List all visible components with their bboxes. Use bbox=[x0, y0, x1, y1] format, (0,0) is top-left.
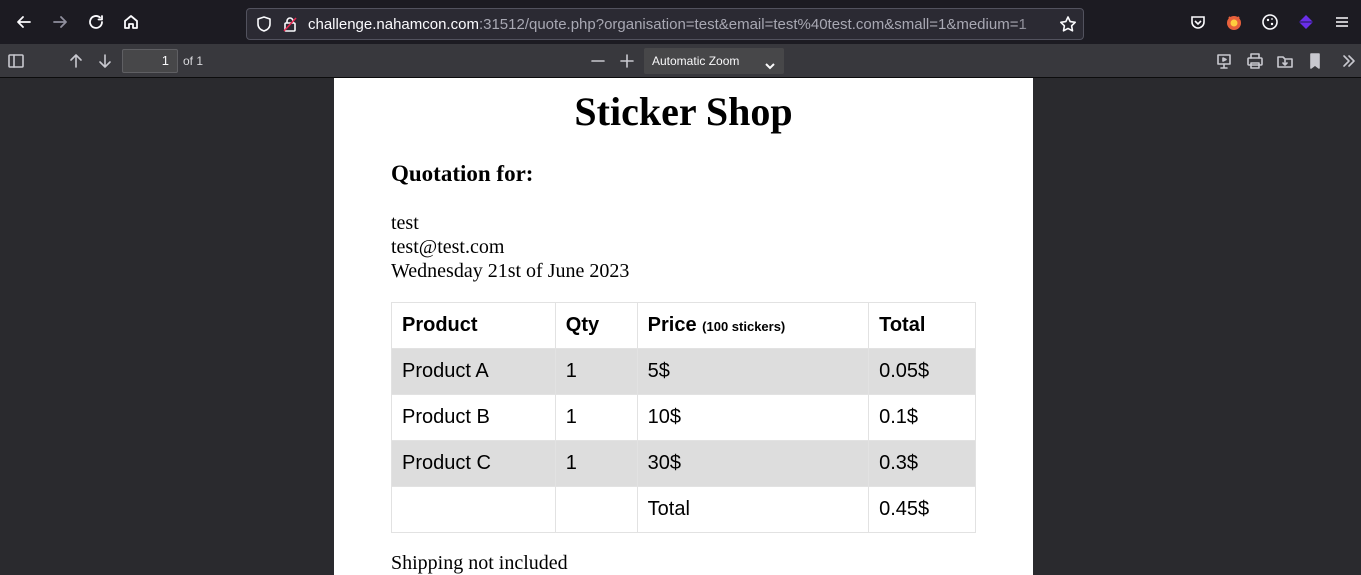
header-price-unit: (100 stickers) bbox=[702, 319, 786, 334]
cell-total: 0.3$ bbox=[868, 440, 976, 487]
extension-diamond-icon[interactable] bbox=[1297, 13, 1315, 31]
cell-empty bbox=[391, 486, 556, 533]
url-host: challenge.nahamcon.com bbox=[308, 16, 479, 33]
previous-page-icon[interactable] bbox=[67, 52, 85, 70]
zoom-in-icon[interactable] bbox=[618, 52, 636, 70]
cell-product: Product C bbox=[391, 440, 556, 487]
cell-price: 10$ bbox=[636, 394, 870, 441]
table-row: Product C 1 30$ 0.3$ bbox=[391, 440, 976, 487]
arrow-left-icon bbox=[17, 16, 31, 28]
url-fade bbox=[1017, 9, 1047, 39]
header-qty: Qty bbox=[554, 302, 638, 349]
zoom-out-icon[interactable] bbox=[589, 52, 607, 70]
cell-grand-total: 0.45$ bbox=[868, 486, 976, 533]
extension-fox-icon[interactable] bbox=[1225, 13, 1243, 31]
reload-icon bbox=[89, 15, 103, 29]
page-count-label: of 1 bbox=[183, 54, 204, 68]
chevron-down-icon bbox=[764, 55, 776, 70]
cell-total-label: Total bbox=[636, 486, 870, 533]
presentation-mode-icon[interactable] bbox=[1215, 52, 1233, 70]
page-number-input[interactable]: 1 bbox=[122, 49, 178, 73]
cookie-icon[interactable] bbox=[1261, 13, 1279, 31]
zoom-select-value: Automatic Zoom bbox=[652, 54, 740, 68]
header-price-label: Price bbox=[647, 314, 697, 336]
save-download-icon[interactable] bbox=[1276, 52, 1294, 70]
cell-price: 5$ bbox=[636, 348, 870, 395]
cell-qty: 1 bbox=[554, 348, 638, 395]
bookmark-icon[interactable] bbox=[1306, 52, 1324, 70]
organisation-text: test bbox=[391, 212, 419, 234]
table-row: Product A 1 5$ 0.05$ bbox=[391, 348, 976, 395]
pdf-toolbar: 1 of 1 Automatic Zoom bbox=[0, 44, 1361, 78]
forward-button[interactable] bbox=[48, 10, 72, 34]
address-bar[interactable]: challenge.nahamcon.com:31512/quote.php?o… bbox=[246, 8, 1084, 40]
cell-total: 0.1$ bbox=[868, 394, 976, 441]
next-page-icon[interactable] bbox=[96, 52, 114, 70]
table-total-row: Total 0.45$ bbox=[391, 486, 976, 533]
back-button[interactable] bbox=[12, 10, 36, 34]
zoom-select[interactable]: Automatic Zoom bbox=[644, 48, 784, 74]
header-product: Product bbox=[391, 302, 556, 349]
quotation-heading: Quotation for: bbox=[391, 161, 534, 186]
home-icon bbox=[124, 15, 138, 29]
quote-table: Product Qty Price (100 stickers) Total P… bbox=[391, 302, 976, 533]
pdf-page: Sticker Shop Quotation for: test test@te… bbox=[334, 78, 1033, 575]
email-text: test@test.com bbox=[391, 236, 505, 258]
insecure-lock-icon[interactable] bbox=[281, 15, 299, 33]
home-button[interactable] bbox=[119, 10, 143, 34]
header-price: Price (100 stickers) bbox=[636, 302, 870, 349]
cell-total: 0.05$ bbox=[868, 348, 976, 395]
print-icon[interactable] bbox=[1246, 52, 1264, 70]
pdf-viewer[interactable]: Sticker Shop Quotation for: test test@te… bbox=[0, 78, 1361, 575]
tools-chevron-icon[interactable] bbox=[1340, 52, 1358, 70]
table-header-row: Product Qty Price (100 stickers) Total bbox=[391, 302, 976, 349]
sidebar-toggle-icon[interactable] bbox=[7, 52, 25, 70]
bookmark-star-icon[interactable] bbox=[1059, 15, 1077, 33]
cell-product: Product A bbox=[391, 348, 556, 395]
cell-empty bbox=[554, 486, 638, 533]
url-path: :31512/quote.php?organisation=test&email… bbox=[478, 16, 1027, 33]
cell-qty: 1 bbox=[554, 394, 638, 441]
url-text[interactable]: challenge.nahamcon.com:31512/quote.php?o… bbox=[308, 16, 1048, 33]
browser-navbar: challenge.nahamcon.com:31512/quote.php?o… bbox=[0, 0, 1361, 44]
date-text: Wednesday 21st of June 2023 bbox=[391, 260, 630, 282]
reload-button[interactable] bbox=[84, 10, 108, 34]
cell-product: Product B bbox=[391, 394, 556, 441]
cell-qty: 1 bbox=[554, 440, 638, 487]
table-row: Product B 1 10$ 0.1$ bbox=[391, 394, 976, 441]
tracking-shield-icon[interactable] bbox=[255, 15, 273, 33]
arrow-right-icon bbox=[53, 16, 67, 28]
header-total: Total bbox=[868, 302, 976, 349]
shipping-note: Shipping not included bbox=[391, 552, 568, 574]
pocket-icon[interactable] bbox=[1189, 13, 1207, 31]
page-title: Sticker Shop bbox=[574, 89, 793, 134]
menu-hamburger-icon[interactable] bbox=[1333, 13, 1351, 31]
cell-price: 30$ bbox=[636, 440, 870, 487]
